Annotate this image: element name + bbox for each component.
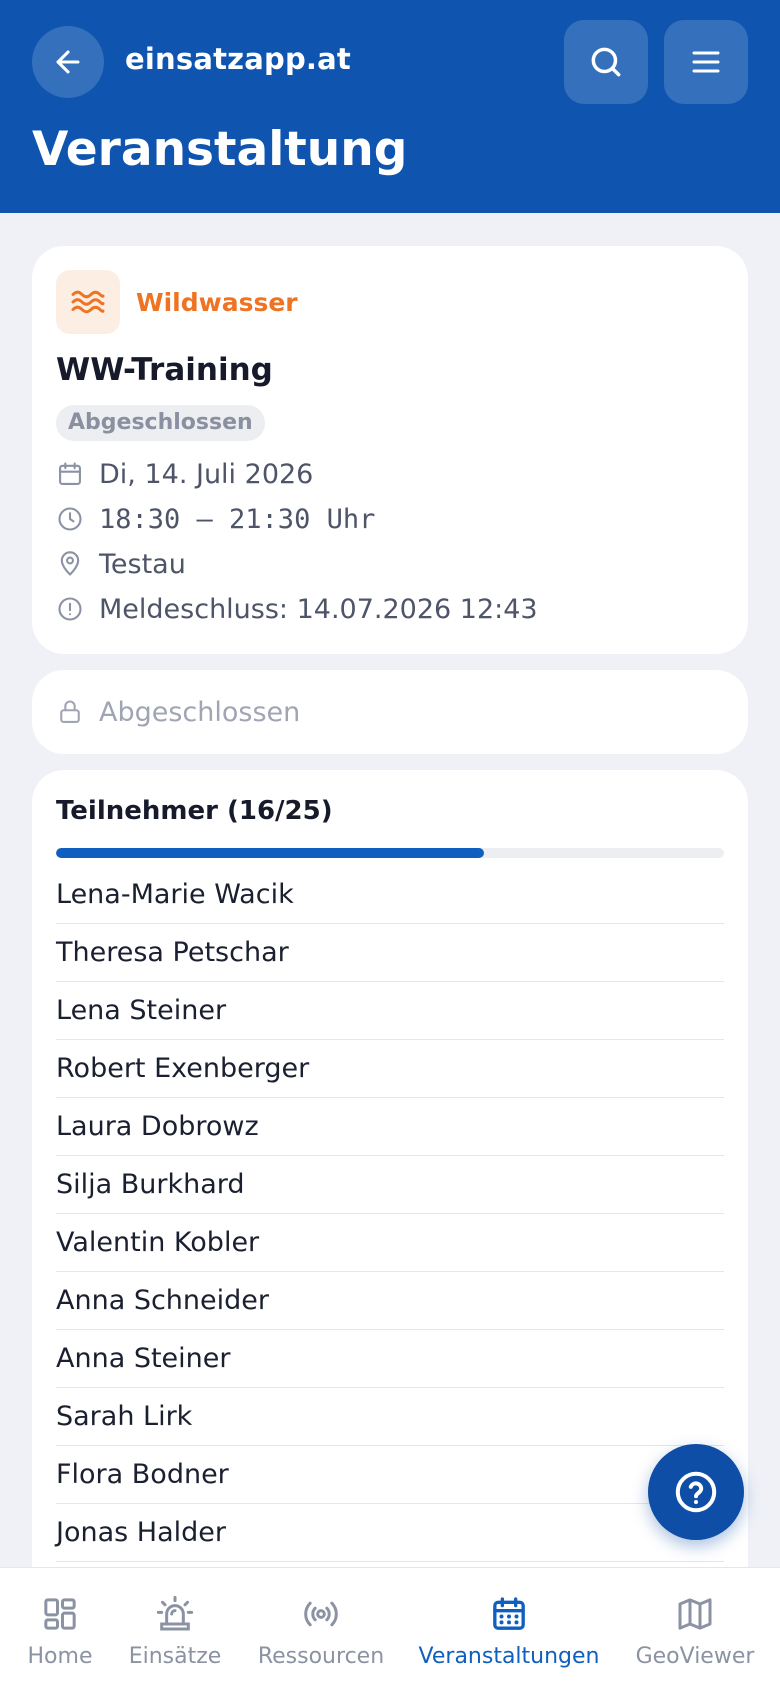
- participants-card: Teilnehmer (16/25) Lena-Marie Wacik There…: [32, 770, 748, 1688]
- hamburger-menu-icon: [692, 51, 720, 73]
- search-button[interactable]: [564, 20, 648, 104]
- participant-item: Robert Exenberger: [56, 1040, 724, 1098]
- status-badge: Abgeschlossen: [56, 405, 265, 441]
- participant-item: Silja Burkhard: [56, 1156, 724, 1214]
- page-title: Veranstaltung: [32, 122, 408, 177]
- participant-item: Anna Steiner: [56, 1330, 724, 1388]
- registration-status-label: Abgeschlossen: [99, 696, 301, 728]
- participants-title: Teilnehmer (16/25): [56, 796, 333, 826]
- participant-item: Lena Steiner: [56, 982, 724, 1040]
- category-icon-box: [56, 270, 120, 334]
- registration-status: Abgeschlossen: [56, 670, 300, 754]
- nav-home-label: Home: [27, 1644, 93, 1669]
- participant-item: Lena-Marie Wacik: [56, 866, 724, 924]
- nav-home[interactable]: Home: [14, 1568, 106, 1688]
- event-category: Wildwasser: [136, 288, 298, 317]
- help-button[interactable]: [648, 1444, 744, 1540]
- participant-item: Laura Dobrowz: [56, 1098, 724, 1156]
- nav-einsaetze[interactable]: Einsätze: [122, 1568, 228, 1688]
- app-brand: einsatzapp.at: [125, 42, 351, 76]
- siren-icon: [156, 1595, 194, 1631]
- event-title: WW-Training: [56, 352, 273, 388]
- event-date-row: Di, 14. Juli 2026: [56, 457, 313, 491]
- nav-veranstaltungen-label: Veranstaltungen: [418, 1644, 600, 1669]
- clock-icon: [58, 507, 82, 531]
- event-time-row: 18:30 – 21:30 Uhr: [56, 502, 375, 536]
- help-circle-icon: [675, 1471, 717, 1513]
- participant-item: Valentin Kobler: [56, 1214, 724, 1272]
- app-header: einsatzapp.at Veranstaltung: [0, 0, 780, 213]
- calendar-icon: [59, 462, 81, 485]
- participant-item: Anna Schneider: [56, 1272, 724, 1330]
- participant-list: Lena-Marie Wacik Theresa Petschar Lena Ste…: [56, 866, 724, 1562]
- event-deadline: Meldeschluss: 14.07.2026 12:43: [99, 593, 538, 625]
- participant-item: Theresa Petschar: [56, 924, 724, 982]
- waves-icon: [71, 290, 105, 314]
- back-button[interactable]: [32, 26, 104, 98]
- broadcast-icon: [304, 1601, 338, 1627]
- nav-ressourcen[interactable]: Ressourcen: [254, 1568, 388, 1688]
- nav-einsaetze-label: Einsätze: [128, 1644, 222, 1669]
- arrow-left-icon: [56, 50, 80, 74]
- event-location-row: Testau: [56, 547, 186, 581]
- alert-circle-icon: [58, 597, 82, 621]
- participant-item: Flora Bodner: [56, 1446, 724, 1504]
- event-card: Wildwasser WW-Training Abgeschlossen Di,…: [32, 246, 748, 654]
- search-icon: [591, 47, 621, 77]
- event-location: Testau: [99, 548, 186, 580]
- lock-icon: [60, 700, 80, 723]
- participant-item: Sarah Lirk: [56, 1388, 724, 1446]
- nav-geoviewer[interactable]: GeoViewer: [630, 1568, 760, 1688]
- participants-progress-bar: [56, 848, 724, 858]
- participant-item: Jonas Halder: [56, 1504, 724, 1562]
- bottom-navigation: Home Einsätze Ressourcen Veranstaltungen…: [0, 1567, 780, 1688]
- calendar-icon: [493, 1597, 525, 1630]
- map-icon: [678, 1598, 712, 1630]
- menu-button[interactable]: [664, 20, 748, 104]
- map-pin-icon: [60, 551, 80, 576]
- nav-ressourcen-label: Ressourcen: [257, 1644, 385, 1669]
- grid-icon: [44, 1598, 76, 1630]
- participants-progress-fill: [56, 848, 484, 858]
- nav-geoviewer-label: GeoViewer: [635, 1644, 755, 1669]
- event-deadline-row: Meldeschluss: 14.07.2026 12:43: [56, 592, 538, 626]
- event-date: Di, 14. Juli 2026: [99, 458, 314, 490]
- registration-status-card: Abgeschlossen: [32, 670, 748, 754]
- event-time: 18:30 – 21:30 Uhr: [99, 503, 376, 535]
- nav-veranstaltungen[interactable]: Veranstaltungen: [418, 1568, 600, 1688]
